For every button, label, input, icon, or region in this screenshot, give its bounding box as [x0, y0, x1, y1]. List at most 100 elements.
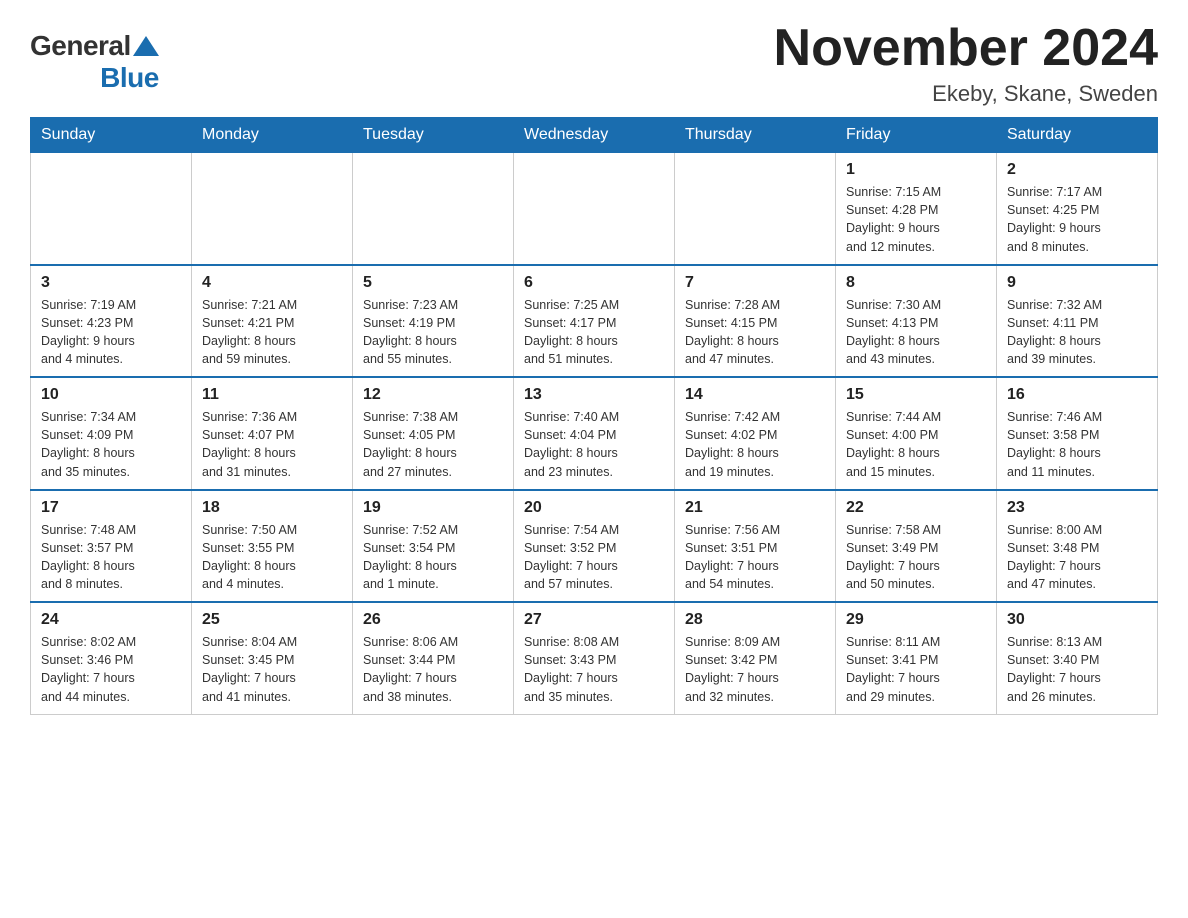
day-info: Sunrise: 7:32 AMSunset: 4:11 PMDaylight:…: [1007, 296, 1147, 369]
calendar-week-row: 3 Sunrise: 7:19 AMSunset: 4:23 PMDaylight…: [31, 265, 1158, 378]
table-row: 18Sunrise: 7:50 AMSunset: 3:55 PMDayligh…: [192, 490, 353, 603]
day-info: Sunrise: 7:34 AMSunset: 4:09 PMDaylight:…: [41, 408, 181, 481]
calendar-week-row: 1Sunrise: 7:15 AMSunset: 4:28 PMDaylight…: [31, 153, 1158, 265]
day-number: 28: [685, 611, 825, 629]
day-number: 29: [846, 611, 986, 629]
table-row: 14 Sunrise: 7:42 AMSunset: 4:02 PMDayligh…: [675, 377, 836, 490]
table-row: 21 Sunrise: 7:56 AMSunset: 3:51 PMDayligh…: [675, 490, 836, 603]
title-area: November 2024 Ekeby, Skane, Sweden: [774, 20, 1158, 107]
calendar-week-row: 24 Sunrise: 8:02 AMSunset: 3:46 PMDayligh…: [31, 602, 1158, 714]
day-info: Sunrise: 7:28 AMSunset: 4:15 PMDaylight:…: [685, 296, 825, 369]
table-row: [192, 153, 353, 265]
day-info: Sunrise: 7:44 AMSunset: 4:00 PMDaylight:…: [846, 408, 986, 481]
header-sunday: Sunday: [31, 118, 192, 153]
day-number: 24: [41, 611, 181, 629]
month-title: November 2024: [774, 20, 1158, 77]
table-row: 19 Sunrise: 7:52 AMSunset: 3:54 PMDayligh…: [353, 490, 514, 603]
table-row: 4 Sunrise: 7:21 AMSunset: 4:21 PMDaylight…: [192, 265, 353, 378]
day-info: Sunrise: 8:11 AMSunset: 3:41 PMDaylight:…: [846, 633, 986, 706]
table-row: 11 Sunrise: 7:36 AMSunset: 4:07 PMDayligh…: [192, 377, 353, 490]
table-row: 8 Sunrise: 7:30 AMSunset: 4:13 PMDaylight…: [836, 265, 997, 378]
day-number: 30: [1007, 611, 1147, 629]
day-info: Sunrise: 8:06 AMSunset: 3:44 PMDaylight:…: [363, 633, 503, 706]
table-row: [514, 153, 675, 265]
day-info: Sunrise: 7:56 AMSunset: 3:51 PMDaylight:…: [685, 521, 825, 594]
day-number: 16: [1007, 386, 1147, 404]
day-info: Sunrise: 7:42 AMSunset: 4:02 PMDaylight:…: [685, 408, 825, 481]
day-info: Sunrise: 8:09 AMSunset: 3:42 PMDaylight:…: [685, 633, 825, 706]
day-number: 2: [1007, 161, 1147, 179]
day-number: 4: [202, 274, 342, 292]
table-row: 3 Sunrise: 7:19 AMSunset: 4:23 PMDaylight…: [31, 265, 192, 378]
day-info: Sunrise: 8:02 AMSunset: 3:46 PMDaylight:…: [41, 633, 181, 706]
table-row: 2 Sunrise: 7:17 AMSunset: 4:25 PMDaylight…: [997, 153, 1158, 265]
day-info: Sunrise: 7:46 AMSunset: 3:58 PMDaylight:…: [1007, 408, 1147, 481]
table-row: [31, 153, 192, 265]
calendar-week-row: 10 Sunrise: 7:34 AMSunset: 4:09 PMDayligh…: [31, 377, 1158, 490]
day-number: 14: [685, 386, 825, 404]
day-info: Sunrise: 7:54 AMSunset: 3:52 PMDaylight:…: [524, 521, 664, 594]
day-number: 3: [41, 274, 181, 292]
day-info: Sunrise: 7:40 AMSunset: 4:04 PMDaylight:…: [524, 408, 664, 481]
day-number: 11: [202, 386, 342, 404]
day-number: 23: [1007, 499, 1147, 517]
calendar-week-row: 17 Sunrise: 7:48 AMSunset: 3:57 PMDayligh…: [31, 490, 1158, 603]
day-info: Sunrise: 7:30 AMSunset: 4:13 PMDaylight:…: [846, 296, 986, 369]
day-info: Sunrise: 7:25 AMSunset: 4:17 PMDaylight:…: [524, 296, 664, 369]
day-number: 21: [685, 499, 825, 517]
table-row: 24 Sunrise: 8:02 AMSunset: 3:46 PMDayligh…: [31, 602, 192, 714]
day-info: Sunrise: 8:04 AMSunset: 3:45 PMDaylight:…: [202, 633, 342, 706]
page-header: General Blue November 2024 Ekeby, Skane,…: [30, 20, 1158, 107]
header-tuesday: Tuesday: [353, 118, 514, 153]
calendar-header-row: Sunday Monday Tuesday Wednesday Thursday…: [31, 118, 1158, 153]
day-info: Sunrise: 7:17 AMSunset: 4:25 PMDaylight:…: [1007, 183, 1147, 256]
day-number: 12: [363, 386, 503, 404]
day-info: Sunrise: 8:13 AMSunset: 3:40 PMDaylight:…: [1007, 633, 1147, 706]
day-info: Sunrise: 7:19 AMSunset: 4:23 PMDaylight:…: [41, 296, 181, 369]
header-saturday: Saturday: [997, 118, 1158, 153]
day-number: 19: [363, 499, 503, 517]
table-row: 28 Sunrise: 8:09 AMSunset: 3:42 PMDayligh…: [675, 602, 836, 714]
logo-blue-text: Blue: [100, 62, 159, 94]
table-row: 7 Sunrise: 7:28 AMSunset: 4:15 PMDaylight…: [675, 265, 836, 378]
header-friday: Friday: [836, 118, 997, 153]
day-number: 18: [202, 499, 342, 517]
day-info: Sunrise: 7:52 AMSunset: 3:54 PMDaylight:…: [363, 521, 503, 594]
day-number: 17: [41, 499, 181, 517]
table-row: 15 Sunrise: 7:44 AMSunset: 4:00 PMDayligh…: [836, 377, 997, 490]
day-info: Sunrise: 7:21 AMSunset: 4:21 PMDaylight:…: [202, 296, 342, 369]
header-monday: Monday: [192, 118, 353, 153]
day-info: Sunrise: 7:36 AMSunset: 4:07 PMDaylight:…: [202, 408, 342, 481]
logo-general-text: General: [30, 30, 131, 62]
day-info: Sunrise: 7:23 AMSunset: 4:19 PMDaylight:…: [363, 296, 503, 369]
day-info: Sunrise: 7:15 AMSunset: 4:28 PMDaylight:…: [846, 183, 986, 256]
table-row: 5Sunrise: 7:23 AMSunset: 4:19 PMDaylight…: [353, 265, 514, 378]
day-number: 15: [846, 386, 986, 404]
table-row: 30 Sunrise: 8:13 AMSunset: 3:40 PMDayligh…: [997, 602, 1158, 714]
day-info: Sunrise: 8:00 AMSunset: 3:48 PMDaylight:…: [1007, 521, 1147, 594]
day-number: 7: [685, 274, 825, 292]
header-thursday: Thursday: [675, 118, 836, 153]
table-row: 13Sunrise: 7:40 AMSunset: 4:04 PMDayligh…: [514, 377, 675, 490]
day-info: Sunrise: 7:38 AMSunset: 4:05 PMDaylight:…: [363, 408, 503, 481]
table-row: [353, 153, 514, 265]
day-number: 25: [202, 611, 342, 629]
location-text: Ekeby, Skane, Sweden: [774, 81, 1158, 107]
table-row: 17 Sunrise: 7:48 AMSunset: 3:57 PMDayligh…: [31, 490, 192, 603]
day-info: Sunrise: 7:48 AMSunset: 3:57 PMDaylight:…: [41, 521, 181, 594]
table-row: [675, 153, 836, 265]
header-wednesday: Wednesday: [514, 118, 675, 153]
table-row: 29 Sunrise: 8:11 AMSunset: 3:41 PMDayligh…: [836, 602, 997, 714]
day-number: 10: [41, 386, 181, 404]
table-row: 25 Sunrise: 8:04 AMSunset: 3:45 PMDayligh…: [192, 602, 353, 714]
table-row: 1Sunrise: 7:15 AMSunset: 4:28 PMDaylight…: [836, 153, 997, 265]
table-row: 12 Sunrise: 7:38 AMSunset: 4:05 PMDayligh…: [353, 377, 514, 490]
day-number: 22: [846, 499, 986, 517]
table-row: 6Sunrise: 7:25 AMSunset: 4:17 PMDaylight…: [514, 265, 675, 378]
table-row: 27Sunrise: 8:08 AMSunset: 3:43 PMDayligh…: [514, 602, 675, 714]
day-number: 8: [846, 274, 986, 292]
table-row: 23 Sunrise: 8:00 AMSunset: 3:48 PMDayligh…: [997, 490, 1158, 603]
table-row: 26Sunrise: 8:06 AMSunset: 3:44 PMDayligh…: [353, 602, 514, 714]
day-number: 20: [524, 499, 664, 517]
table-row: 9Sunrise: 7:32 AMSunset: 4:11 PMDaylight…: [997, 265, 1158, 378]
